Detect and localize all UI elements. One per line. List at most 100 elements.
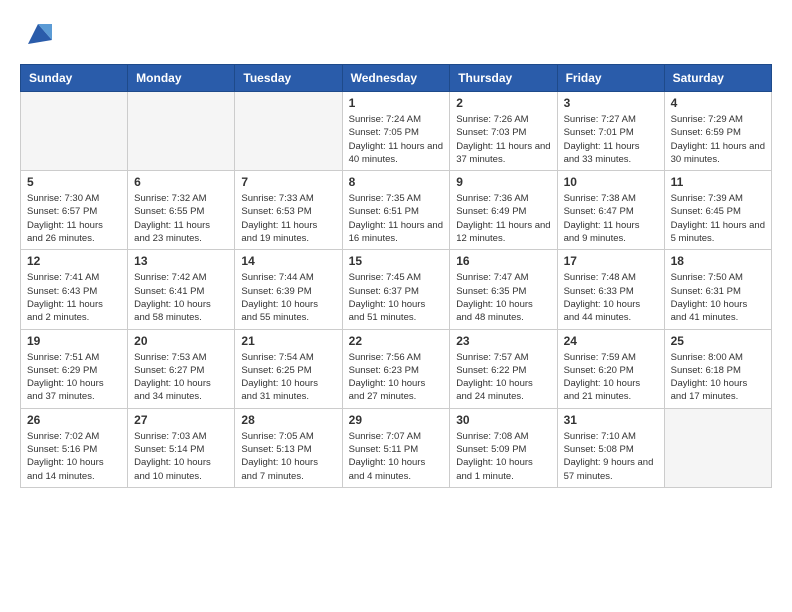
calendar-cell: 16Sunrise: 7:47 AM Sunset: 6:35 PM Dayli… — [450, 250, 557, 329]
day-number: 30 — [456, 413, 550, 427]
calendar-cell: 31Sunrise: 7:10 AM Sunset: 5:08 PM Dayli… — [557, 408, 664, 487]
day-number: 28 — [241, 413, 335, 427]
day-info: Sunrise: 7:36 AM Sunset: 6:49 PM Dayligh… — [456, 192, 550, 245]
day-info: Sunrise: 7:24 AM Sunset: 7:05 PM Dayligh… — [349, 113, 444, 166]
day-number: 31 — [564, 413, 658, 427]
calendar-cell: 19Sunrise: 7:51 AM Sunset: 6:29 PM Dayli… — [21, 329, 128, 408]
day-header-wednesday: Wednesday — [342, 65, 450, 92]
calendar-cell: 1 Sunrise: 7:24 AM Sunset: 7:05 PM Daylig… — [342, 92, 450, 171]
day-header-sunday: Sunday — [21, 65, 128, 92]
day-info: Sunrise: 7:53 AM Sunset: 6:27 PM Dayligh… — [134, 351, 228, 404]
calendar-cell: 28Sunrise: 7:05 AM Sunset: 5:13 PM Dayli… — [235, 408, 342, 487]
calendar-week-row: 1 Sunrise: 7:24 AM Sunset: 7:05 PM Daylig… — [21, 92, 772, 171]
calendar-cell: 12Sunrise: 7:41 AM Sunset: 6:43 PM Dayli… — [21, 250, 128, 329]
day-info: Sunrise: 7:56 AM Sunset: 6:23 PM Dayligh… — [349, 351, 444, 404]
calendar-week-row: 5Sunrise: 7:30 AM Sunset: 6:57 PM Daylig… — [21, 171, 772, 250]
day-number: 25 — [671, 334, 765, 348]
page-header — [20, 20, 772, 48]
day-info: Sunrise: 7:07 AM Sunset: 5:11 PM Dayligh… — [349, 430, 444, 483]
day-number: 9 — [456, 175, 550, 189]
calendar-cell: 26Sunrise: 7:02 AM Sunset: 5:16 PM Dayli… — [21, 408, 128, 487]
day-header-monday: Monday — [128, 65, 235, 92]
calendar-cell: 4 Sunrise: 7:29 AM Sunset: 6:59 PM Daylig… — [664, 92, 771, 171]
day-info: Sunrise: 7:57 AM Sunset: 6:22 PM Dayligh… — [456, 351, 550, 404]
day-info: Sunrise: 7:50 AM Sunset: 6:31 PM Dayligh… — [671, 271, 765, 324]
calendar-cell: 17 Sunrise: 7:48 AM Sunset: 6:33 PM Dayli… — [557, 250, 664, 329]
day-info: Sunrise: 7:32 AM Sunset: 6:55 PM Dayligh… — [134, 192, 228, 245]
calendar-cell: 6 Sunrise: 7:32 AM Sunset: 6:55 PM Daylig… — [128, 171, 235, 250]
calendar-cell: 25 Sunrise: 8:00 AM Sunset: 6:18 PM Dayli… — [664, 329, 771, 408]
day-info: Sunrise: 7:41 AM Sunset: 6:43 PM Dayligh… — [27, 271, 121, 324]
day-info: Sunrise: 7:38 AM Sunset: 6:47 PM Dayligh… — [564, 192, 658, 245]
calendar-cell: 21 Sunrise: 7:54 AM Sunset: 6:25 PM Dayli… — [235, 329, 342, 408]
day-number: 15 — [349, 254, 444, 268]
day-number: 27 — [134, 413, 228, 427]
day-info: Sunrise: 7:02 AM Sunset: 5:16 PM Dayligh… — [27, 430, 121, 483]
calendar-cell: 2 Sunrise: 7:26 AM Sunset: 7:03 PM Daylig… — [450, 92, 557, 171]
day-number: 24 — [564, 334, 658, 348]
calendar-cell: 3 Sunrise: 7:27 AM Sunset: 7:01 PM Daylig… — [557, 92, 664, 171]
calendar-cell: 24Sunrise: 7:59 AM Sunset: 6:20 PM Dayli… — [557, 329, 664, 408]
day-number: 4 — [671, 96, 765, 110]
calendar-cell: 5Sunrise: 7:30 AM Sunset: 6:57 PM Daylig… — [21, 171, 128, 250]
calendar-cell — [664, 408, 771, 487]
calendar-week-row: 12Sunrise: 7:41 AM Sunset: 6:43 PM Dayli… — [21, 250, 772, 329]
calendar-cell — [128, 92, 235, 171]
calendar-cell: 18 Sunrise: 7:50 AM Sunset: 6:31 PM Dayli… — [664, 250, 771, 329]
day-header-thursday: Thursday — [450, 65, 557, 92]
calendar-week-row: 19Sunrise: 7:51 AM Sunset: 6:29 PM Dayli… — [21, 329, 772, 408]
calendar-table: SundayMondayTuesdayWednesdayThursdayFrid… — [20, 64, 772, 488]
day-number: 8 — [349, 175, 444, 189]
day-info: Sunrise: 7:27 AM Sunset: 7:01 PM Dayligh… — [564, 113, 658, 166]
calendar-cell: 9 Sunrise: 7:36 AM Sunset: 6:49 PM Daylig… — [450, 171, 557, 250]
day-number: 19 — [27, 334, 121, 348]
day-number: 3 — [564, 96, 658, 110]
day-number: 13 — [134, 254, 228, 268]
day-number: 17 — [564, 254, 658, 268]
calendar-cell: 11Sunrise: 7:39 AM Sunset: 6:45 PM Dayli… — [664, 171, 771, 250]
day-number: 2 — [456, 96, 550, 110]
logo-icon — [24, 20, 52, 48]
day-info: Sunrise: 7:54 AM Sunset: 6:25 PM Dayligh… — [241, 351, 335, 404]
day-number: 6 — [134, 175, 228, 189]
calendar-cell — [235, 92, 342, 171]
day-number: 1 — [349, 96, 444, 110]
calendar-cell: 22 Sunrise: 7:56 AM Sunset: 6:23 PM Dayli… — [342, 329, 450, 408]
calendar-cell: 7 Sunrise: 7:33 AM Sunset: 6:53 PM Daylig… — [235, 171, 342, 250]
day-info: Sunrise: 7:44 AM Sunset: 6:39 PM Dayligh… — [241, 271, 335, 324]
calendar-week-row: 26Sunrise: 7:02 AM Sunset: 5:16 PM Dayli… — [21, 408, 772, 487]
day-info: Sunrise: 7:48 AM Sunset: 6:33 PM Dayligh… — [564, 271, 658, 324]
day-number: 20 — [134, 334, 228, 348]
calendar-cell: 20 Sunrise: 7:53 AM Sunset: 6:27 PM Dayli… — [128, 329, 235, 408]
day-number: 22 — [349, 334, 444, 348]
day-info: Sunrise: 7:03 AM Sunset: 5:14 PM Dayligh… — [134, 430, 228, 483]
day-info: Sunrise: 8:00 AM Sunset: 6:18 PM Dayligh… — [671, 351, 765, 404]
calendar-cell: 10Sunrise: 7:38 AM Sunset: 6:47 PM Dayli… — [557, 171, 664, 250]
day-info: Sunrise: 7:08 AM Sunset: 5:09 PM Dayligh… — [456, 430, 550, 483]
logo — [20, 20, 52, 48]
calendar-cell: 8Sunrise: 7:35 AM Sunset: 6:51 PM Daylig… — [342, 171, 450, 250]
calendar-cell: 15 Sunrise: 7:45 AM Sunset: 6:37 PM Dayli… — [342, 250, 450, 329]
day-number: 21 — [241, 334, 335, 348]
day-info: Sunrise: 7:30 AM Sunset: 6:57 PM Dayligh… — [27, 192, 121, 245]
day-number: 11 — [671, 175, 765, 189]
calendar-cell: 13 Sunrise: 7:42 AM Sunset: 6:41 PM Dayli… — [128, 250, 235, 329]
calendar-header-row: SundayMondayTuesdayWednesdayThursdayFrid… — [21, 65, 772, 92]
day-info: Sunrise: 7:29 AM Sunset: 6:59 PM Dayligh… — [671, 113, 765, 166]
day-header-tuesday: Tuesday — [235, 65, 342, 92]
day-number: 14 — [241, 254, 335, 268]
calendar-cell — [21, 92, 128, 171]
calendar-cell: 30 Sunrise: 7:08 AM Sunset: 5:09 PM Dayli… — [450, 408, 557, 487]
day-info: Sunrise: 7:33 AM Sunset: 6:53 PM Dayligh… — [241, 192, 335, 245]
day-info: Sunrise: 7:26 AM Sunset: 7:03 PM Dayligh… — [456, 113, 550, 166]
day-header-friday: Friday — [557, 65, 664, 92]
day-number: 29 — [349, 413, 444, 427]
day-number: 16 — [456, 254, 550, 268]
calendar-cell: 29 Sunrise: 7:07 AM Sunset: 5:11 PM Dayli… — [342, 408, 450, 487]
day-number: 7 — [241, 175, 335, 189]
calendar-cell: 27 Sunrise: 7:03 AM Sunset: 5:14 PM Dayli… — [128, 408, 235, 487]
day-header-saturday: Saturday — [664, 65, 771, 92]
day-info: Sunrise: 7:45 AM Sunset: 6:37 PM Dayligh… — [349, 271, 444, 324]
day-info: Sunrise: 7:42 AM Sunset: 6:41 PM Dayligh… — [134, 271, 228, 324]
day-number: 18 — [671, 254, 765, 268]
